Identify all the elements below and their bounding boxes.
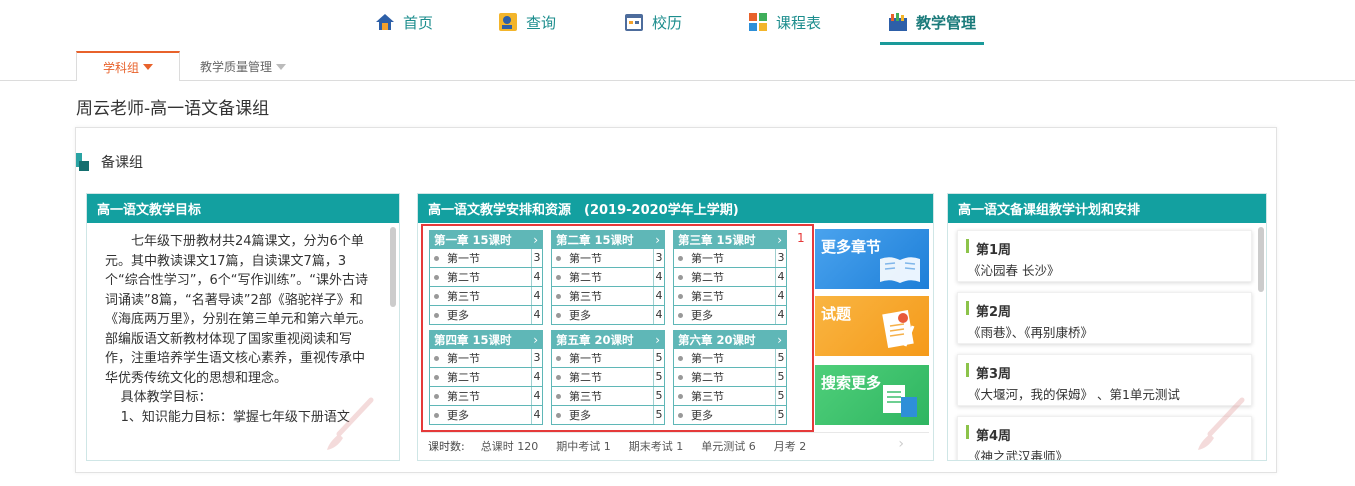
home-icon — [375, 12, 395, 32]
page-title: 周云老师-高一语文备课组 — [76, 99, 270, 119]
week-content: 《沁园春 长沙》 — [968, 263, 1060, 278]
stats-label: 课时数: — [428, 440, 465, 453]
book-icon — [880, 257, 920, 283]
nav-query[interactable]: 查询 — [498, 8, 556, 36]
calendar-icon — [624, 12, 644, 32]
nav-teaching[interactable]: 教学管理 — [888, 8, 976, 36]
exam-questions-button[interactable]: 试题 — [815, 296, 929, 356]
teaching-goals-title: 高一语文教学目标 — [87, 194, 399, 223]
nav-home[interactable]: 首页 — [375, 8, 433, 36]
tab-quality-management-label: 教学质量管理 — [200, 60, 273, 74]
nav-query-label: 查询 — [526, 13, 557, 32]
week-content: 《雨巷》、《再别康桥》 — [968, 325, 1094, 340]
teaching-arrangement-title: 高一语文教学安排和资源 (2019-2020学年上学期) — [418, 194, 933, 223]
search-more-button[interactable]: 搜索更多 — [815, 365, 929, 425]
chevron-down-icon — [143, 64, 153, 70]
stats-total: 总课时 120 — [480, 440, 539, 453]
sub-tab-bar: 学科组 教学质量管理 — [0, 50, 1355, 81]
chevron-down-icon — [276, 63, 287, 70]
goals-paragraph: 七年级下册教材共24篇课文，分为6个单元。其中教读课文17篇，自读课文7篇，3个… — [105, 234, 372, 386]
tab-subject-group[interactable]: 学科组 — [76, 51, 180, 81]
teaching-goals-card: 高一语文教学目标 七年级下册教材共24篇课文，分为6个单元。其中教读课文17篇，… — [86, 193, 400, 461]
week-content: 《神之武汉毒师》 — [968, 449, 1069, 461]
stats-final: 期末考试 1 — [628, 440, 684, 453]
week-item[interactable]: 第2周《雨巷》、《再别康桥》 — [957, 292, 1252, 344]
document-folder-icon — [883, 385, 917, 417]
nav-timetable-label: 课程表 — [776, 13, 822, 32]
nav-calendar-label: 校历 — [652, 13, 683, 32]
class-hours-stats: 课时数: 总课时 120 期中考试 1 期末考试 1 单元测试 6 月考 2 › — [428, 436, 928, 454]
top-nav: 首页 查询 校历 课程表 教学管理 — [0, 0, 1355, 46]
teaching-icon — [888, 12, 908, 32]
scrollbar[interactable] — [390, 227, 396, 307]
week-marker — [966, 301, 969, 315]
nav-calendar[interactable]: 校历 — [624, 8, 682, 36]
divider — [421, 432, 929, 433]
nav-timetable[interactable]: 课程表 — [748, 8, 821, 36]
exam-paper-icon — [882, 310, 915, 348]
week-marker — [966, 425, 969, 439]
teaching-arrangement-card: 高一语文教学安排和资源 (2019-2020学年上学期) 第一章 15课时 › 第一… — [417, 193, 934, 461]
brush-icon — [1198, 397, 1245, 450]
highlight-badge: 1 — [797, 231, 805, 245]
more-chapters-label: 更多章节 — [821, 238, 882, 256]
stats-monthly: 月考 2 — [773, 440, 807, 453]
week-label: 第3周 — [976, 367, 1012, 382]
week-item[interactable]: 第1周《沁园春 长沙》 — [957, 230, 1252, 282]
nav-active-indicator — [880, 42, 984, 45]
week-marker — [966, 363, 969, 377]
more-chapters-button[interactable]: 更多章节 — [815, 229, 929, 289]
exam-questions-label: 试题 — [821, 305, 852, 323]
week-content: 《大堰河，我的保姆》 、第1单元测试 — [968, 387, 1180, 402]
stats-unit-test: 单元测试 6 — [701, 440, 756, 453]
section-marker-icon — [76, 153, 89, 171]
week-marker — [966, 239, 969, 253]
search-person-icon — [498, 12, 518, 32]
section-header: 备课组 — [76, 152, 143, 172]
teaching-plan-card: 高一语文备课组教学计划和安排 第1周《沁园春 长沙》第2周《雨巷》、《再别康桥》… — [947, 193, 1267, 461]
timetable-icon — [748, 12, 768, 32]
nav-home-label: 首页 — [403, 13, 434, 32]
chevron-right-icon[interactable]: › — [898, 436, 904, 452]
week-label: 第4周 — [976, 429, 1012, 444]
week-label: 第1周 — [976, 243, 1012, 258]
teaching-plan-title: 高一语文备课组教学计划和安排 — [948, 194, 1266, 223]
search-more-label: 搜索更多 — [821, 374, 882, 392]
section-title: 备课组 — [101, 155, 143, 171]
highlight-box — [421, 224, 814, 432]
tab-subject-group-label: 学科组 — [102, 60, 139, 75]
scrollbar[interactable] — [1258, 227, 1264, 292]
brush-icon — [327, 397, 374, 450]
tab-quality-management[interactable]: 教学质量管理 — [200, 58, 287, 75]
stats-midterm: 期中考试 1 — [556, 440, 611, 453]
prep-group-panel: 备课组 高一语文教学目标 七年级下册教材共24篇课文，分为6个单元。其中教读课文… — [75, 127, 1277, 473]
nav-teaching-label: 教学管理 — [916, 13, 977, 32]
week-label: 第2周 — [976, 305, 1012, 320]
